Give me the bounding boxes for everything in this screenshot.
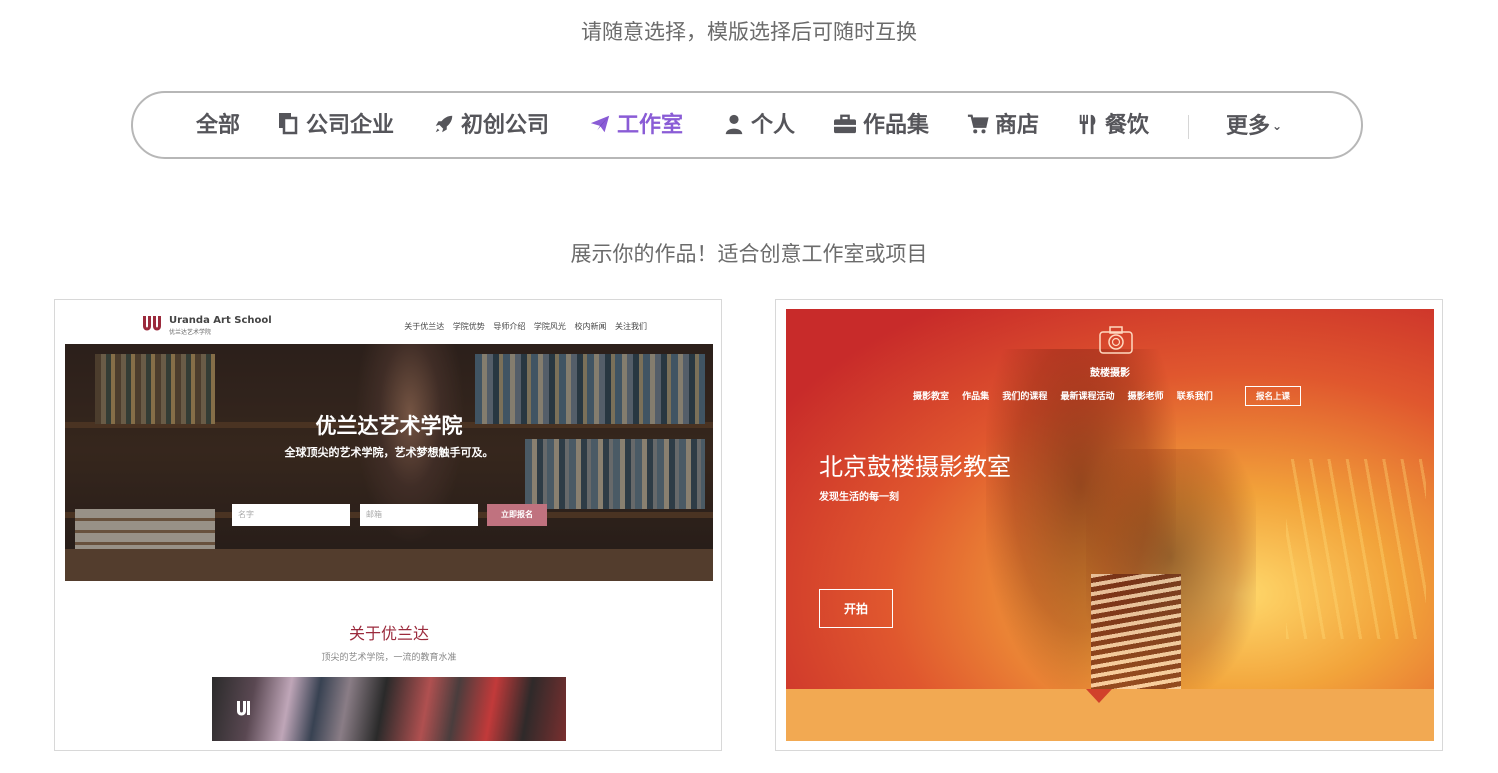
filter-studio[interactable]: 工作室 [589,109,683,143]
brand-name: 鼓楼摄影 [1090,368,1130,379]
filter-dining[interactable]: 餐饮 [1077,109,1149,143]
chevron-down-icon: ⌄ [1272,119,1283,133]
category-filter-bar: 全部 公司企业 初创公司 工作室 个人 作品集 商店 餐饮 更多 ⌄ [131,91,1363,159]
nav-item: 联系我们 [1176,392,1213,402]
uranda-logo-icon [143,316,161,331]
filter-label: 商店 [995,113,1040,138]
signup-button[interactable]: 立即报名 [487,504,547,526]
nav-item: 关于优兰达 [404,322,445,331]
template-nav: 摄影教室 作品集 我们的课程 最新课程活动 摄影老师 联系我们 [913,389,1223,402]
nav-item: 作品集 [962,392,990,402]
artwork-image [212,677,566,741]
nav-item: 最新课程活动 [1060,392,1115,402]
paper-plane-icon [590,115,610,133]
filter-label: 全部 [196,113,241,138]
nav-item: 学院优势 [452,322,485,331]
cart-icon [967,114,989,134]
template-nav: 关于优兰达 学院优势 导师介绍 学院风光 校内新闻 关注我们 [398,321,647,332]
signup-button[interactable]: 报名上课 [1245,386,1301,406]
filter-shop[interactable]: 商店 [967,109,1039,143]
filter-more-dropdown[interactable]: 更多 ⌄ [1226,109,1282,143]
filter-label: 餐饮 [1105,113,1150,138]
utensils-icon [1079,114,1096,135]
filter-label: 更多 [1226,114,1271,139]
filter-portfolio[interactable]: 作品集 [833,109,929,143]
hero-title: 优兰达艺术学院 [315,414,463,438]
nav-item: 我们的课程 [1002,392,1048,402]
nav-item: 导师介绍 [493,322,526,331]
nav-item: 摄影老师 [1127,392,1164,402]
copy-icon [279,113,298,135]
filter-label: 公司企业 [306,113,395,138]
template-card-gulou[interactable]: 鼓楼摄影 摄影教室 作品集 我们的课程 最新课程活动 摄影老师 联系我们 报名上… [775,299,1443,751]
filter-all[interactable]: 全部 [196,109,240,143]
rocket-icon [435,115,453,133]
page-subtitle: 请随意选择，模版选择后可随时互换 [581,20,917,44]
name-input[interactable]: 名字 [232,504,350,526]
hero-title: 北京鼓楼摄影教室 [819,453,1011,481]
start-button[interactable]: 开拍 [819,589,893,628]
filter-label: 作品集 [863,113,930,138]
user-icon [725,114,743,135]
filter-personal[interactable]: 个人 [723,109,795,143]
nav-item: 摄影教室 [913,392,950,402]
hero-image: 优兰达艺术学院 全球顶尖的艺术学院，艺术梦想触手可及。 名字 邮箱 立即报名 [65,344,713,581]
filter-label: 个人 [751,113,796,138]
uranda-logo-icon [237,701,250,716]
brand-subname: 优兰达艺术学院 [169,329,212,336]
briefcase-icon [834,114,856,134]
filter-startup[interactable]: 初创公司 [433,109,549,143]
filter-label: 初创公司 [461,113,550,138]
camera-icon [1099,326,1133,354]
filter-label: 工作室 [617,113,684,138]
nav-item: 学院风光 [533,322,566,331]
template-header: Uranda Art School 优兰达艺术学院 关于优兰达 学院优势 导师介… [65,300,713,344]
hero-subtitle: 发现生活的每一刻 [819,492,899,503]
about-title: 关于优兰达 [348,624,429,643]
section-notch [1086,689,1112,703]
about-subtitle: 顶尖的艺术学院，一流的教育水准 [321,653,457,663]
email-input[interactable]: 邮箱 [360,504,478,526]
hero-subtitle: 全球顶尖的艺术学院，艺术梦想触手可及。 [284,446,494,459]
nav-item: 关注我们 [615,322,647,331]
nav-item: 校内新闻 [574,322,607,331]
filter-divider [1188,115,1189,139]
section-title: 展示你的作品！适合创意工作室或项目 [570,242,928,266]
filter-company[interactable]: 公司企业 [276,109,394,143]
template-card-uranda[interactable]: Uranda Art School 优兰达艺术学院 关于优兰达 学院优势 导师介… [54,299,722,751]
brand-name: Uranda Art School [169,315,272,326]
hero-image: 鼓楼摄影 摄影教室 作品集 我们的课程 最新课程活动 摄影老师 联系我们 报名上… [786,309,1434,689]
